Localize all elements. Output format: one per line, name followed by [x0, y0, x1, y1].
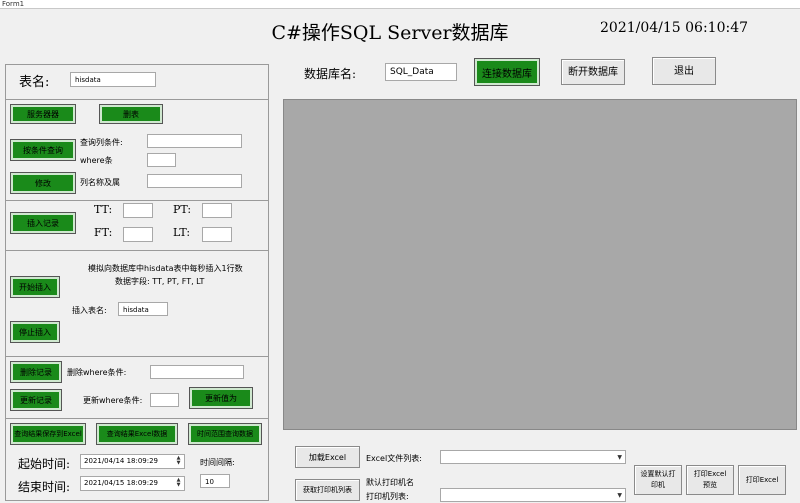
exit-button[interactable]: 退出 — [652, 57, 716, 85]
end-time-label: 结束时间: — [18, 480, 71, 494]
interval-label: 时间间隔: — [200, 458, 235, 467]
excel-list-dropdown-icon[interactable]: ▼ — [617, 454, 622, 461]
end-time-spin-icon[interactable]: ▲ ▼ — [174, 478, 183, 489]
page-title: C#操作SQL Server数据库 — [271, 22, 509, 44]
start-time-spin-icon[interactable]: ▲ ▼ — [174, 456, 183, 467]
stop-insert-button[interactable]: 停止插入 — [10, 321, 60, 343]
excel-list-label: Excel文件列表: — [366, 454, 422, 463]
clock-display: 2021/04/15 06:10:47 — [600, 20, 749, 36]
insert-record-button[interactable]: 插入记录 — [10, 212, 76, 234]
printer-list-select[interactable]: ▼ — [440, 488, 626, 502]
simulate-desc-2: 数据字段: TT, PT, FT, LT — [115, 277, 205, 286]
delete-where-label: 删除where条件: — [67, 368, 127, 377]
db-name-label: 数据库名: — [304, 67, 357, 81]
query-excel-data-button[interactable]: 查询结果Excel数据 — [96, 423, 178, 445]
start-time-picker[interactable]: 2021/04/14 18:09:29 ▲ ▼ — [80, 454, 185, 469]
start-insert-button[interactable]: 开始插入 — [10, 276, 60, 298]
get-printers-button[interactable]: 获取打印机列表 — [295, 479, 360, 501]
ft-input[interactable] — [123, 227, 153, 242]
pt-input[interactable] — [202, 203, 232, 218]
simulate-desc-1: 模拟向数据库中hisdata表中每秒插入1行数 — [88, 264, 243, 273]
delete-record-button[interactable]: 删除记录 — [10, 361, 62, 383]
save-to-excel-button[interactable]: 查询结果保存到Excel — [10, 423, 86, 445]
update-where-label: 更新where条件: — [83, 396, 143, 405]
tt-input[interactable] — [123, 203, 153, 218]
where-input[interactable] — [147, 153, 176, 167]
lt-label: LT: — [173, 226, 191, 239]
disconnect-db-button[interactable]: 断开数据库 — [561, 59, 625, 85]
interval-input[interactable]: 10 — [200, 474, 230, 488]
printer-list-label: 打印机列表: — [366, 492, 409, 501]
end-time-picker[interactable]: 2021/04/15 18:09:29 ▲ ▼ — [80, 476, 185, 491]
excel-list-select[interactable]: ▼ — [440, 450, 626, 464]
start-time-label: 起始时间: — [18, 457, 71, 471]
start-time-value: 2021/04/14 18:09:29 — [84, 457, 159, 465]
insert-table-label: 插入表名: — [72, 306, 107, 315]
column-attr-input[interactable] — [147, 174, 242, 188]
query-column-input[interactable] — [147, 134, 242, 148]
update-where-input[interactable] — [150, 393, 179, 407]
data-grid-view[interactable] — [283, 99, 797, 430]
print-excel-button[interactable]: 打印Excel — [738, 465, 786, 495]
window-titlebar: Form1 — [0, 0, 800, 9]
delete-where-input[interactable] — [150, 365, 244, 379]
set-default-printer-button[interactable]: 设置默认打印机 — [634, 465, 682, 495]
lt-input[interactable] — [202, 227, 232, 242]
where-label: where条 — [80, 156, 113, 165]
time-range-query-button[interactable]: 时间范围查询数据 — [188, 423, 262, 445]
condition-query-button[interactable]: 按条件查询 — [10, 139, 76, 161]
end-time-value: 2021/04/15 18:09:29 — [84, 479, 159, 487]
printer-list-dropdown-icon[interactable]: ▼ — [617, 492, 622, 499]
table-name-label: 表名: — [19, 75, 50, 90]
update-value-button[interactable]: 更新值为 — [189, 387, 253, 409]
print-preview-button[interactable]: 打印Excel预览 — [686, 465, 734, 495]
table-name-input[interactable]: hisdata — [70, 72, 156, 87]
insert-table-input[interactable]: hisdata — [118, 302, 168, 316]
default-printer-label: 默认打印机名 — [366, 478, 414, 487]
delete-table-button[interactable]: 删表 — [99, 104, 163, 124]
modify-button[interactable]: 修改 — [10, 172, 76, 194]
update-record-button[interactable]: 更新记录 — [10, 389, 62, 411]
connect-db-button[interactable]: 连接数据库 — [474, 58, 540, 86]
db-name-input[interactable]: SQL_Data — [385, 63, 457, 81]
load-excel-button[interactable]: 加载Excel — [295, 446, 360, 468]
tt-label: TT: — [94, 203, 113, 216]
query-column-label: 查询列条件: — [80, 138, 123, 147]
column-attr-label: 列名称及属 — [80, 178, 120, 187]
ft-label: FT: — [94, 226, 113, 239]
window-title: Form1 — [2, 0, 25, 8]
pt-label: PT: — [173, 203, 192, 216]
create-table-button[interactable]: 服务器器 — [10, 104, 76, 124]
